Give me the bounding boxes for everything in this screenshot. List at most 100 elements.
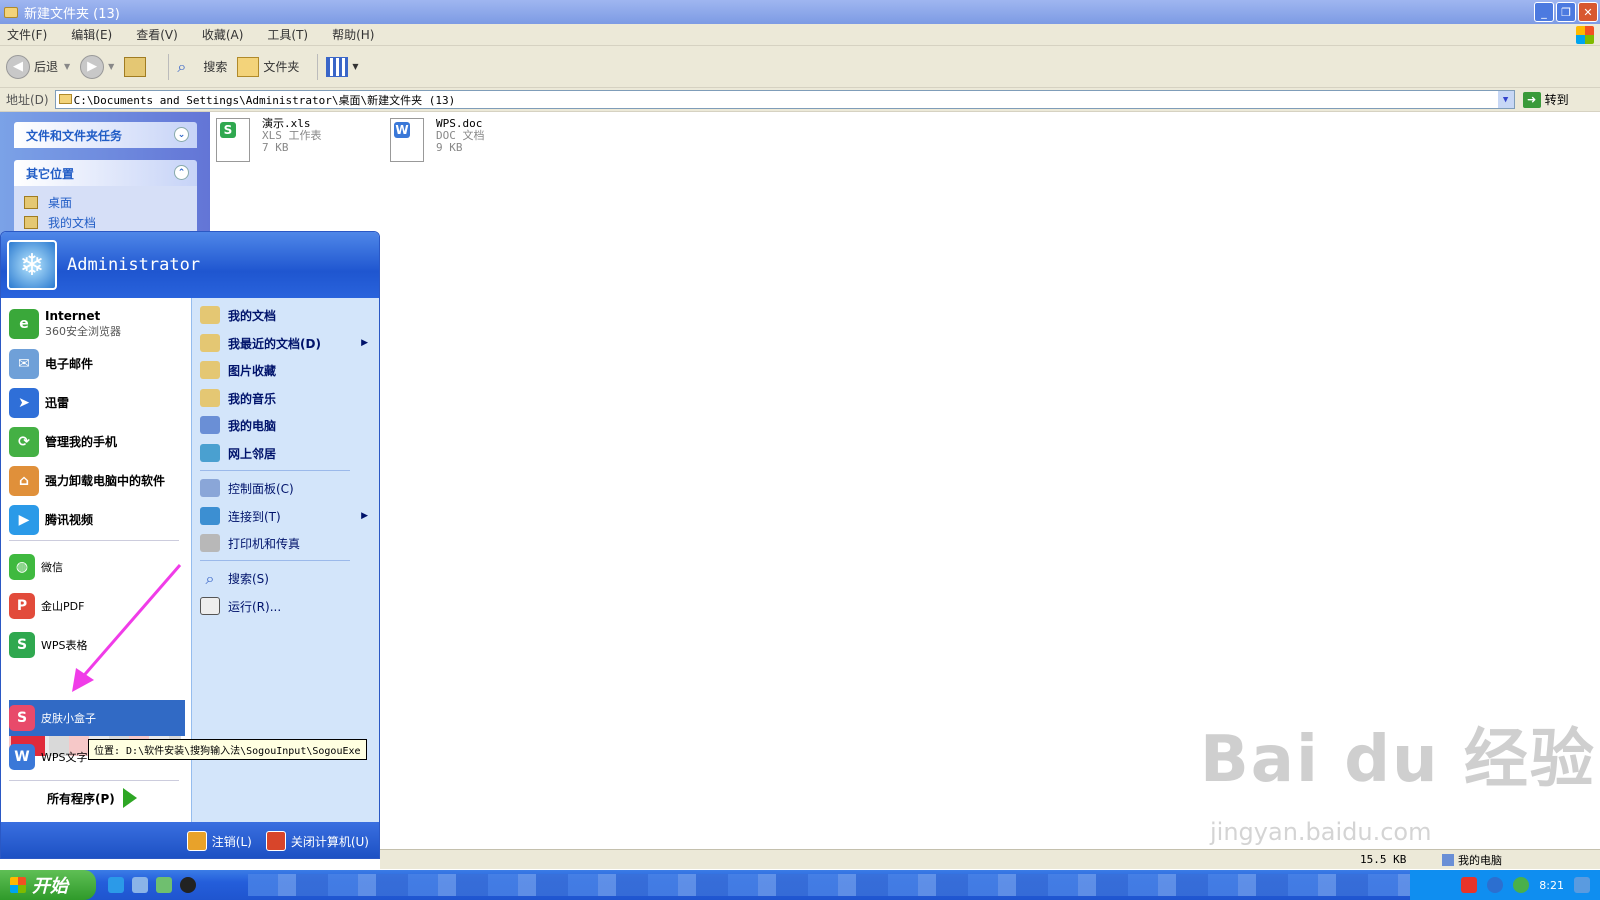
maximize-button[interactable]: ❐ [1556, 2, 1576, 22]
place-desktop[interactable]: 桌面 [24, 192, 187, 212]
folder-icon [200, 306, 220, 324]
close-button[interactable]: ✕ [1578, 2, 1598, 22]
place-my-computer[interactable]: 我的电脑 [200, 412, 376, 438]
file-item[interactable]: W WPS.doc DOC 文档 9 KB [390, 118, 564, 162]
place-label: 运行(R)... [228, 599, 282, 614]
search-button[interactable]: ⌕ 搜索 [177, 57, 227, 77]
menu-tools[interactable]: 工具(T) [264, 26, 311, 43]
go-label: 转到 [1544, 93, 1569, 107]
place-recent-documents[interactable]: 我最近的文档(D) ▶ [200, 330, 376, 356]
tasks-title: 文件和文件夹任务 [26, 128, 123, 143]
pixelated-taskbar-buttons[interactable] [248, 874, 1418, 896]
place-run[interactable]: 运行(R)... [200, 593, 376, 619]
place-label: 我的音乐 [228, 391, 277, 406]
shutdown-label: 关闭计算机(U) [290, 834, 369, 849]
phone-icon: ⟳ [9, 427, 39, 457]
program-xunlei[interactable]: ➤ 迅雷 [9, 385, 185, 421]
place-label: 连接到(T) [228, 509, 281, 524]
logoff-button[interactable]: 注销(L) [186, 831, 252, 851]
program-label: WPS文字 [41, 750, 88, 764]
program-sublabel: 360安全浏览器 [45, 324, 121, 338]
qq-penguin-icon[interactable] [180, 877, 196, 893]
program-email[interactable]: ✉ 电子邮件 [9, 346, 185, 382]
place-my-music[interactable]: 我的音乐 [200, 385, 376, 411]
menu-edit[interactable]: 编辑(E) [68, 26, 115, 43]
all-programs-label: 所有程序(P) [47, 791, 115, 806]
pdf-icon: P [9, 593, 35, 619]
printer-icon [200, 534, 220, 552]
place-my-documents[interactable]: 我的文档 [200, 302, 376, 328]
status-location: 我的电脑 [1442, 852, 1502, 868]
desktop-icon[interactable] [132, 877, 148, 893]
program-uninstaller[interactable]: ⌂ 强力卸载电脑中的软件 [9, 463, 185, 499]
desktop-icon [24, 195, 38, 209]
up-folder-button[interactable] [124, 56, 150, 77]
key-icon [186, 831, 207, 851]
watermark-brand: Bai du 经验 [1200, 723, 1596, 797]
program-phone-manager[interactable]: ⟳ 管理我的手机 [9, 424, 185, 460]
file-list: S 演示.xls XLS 工作表 7 KB W WPS.doc DOC 文档 9 KB [216, 118, 564, 162]
program-tencent-video[interactable]: ▶ 腾讯视频 [9, 502, 185, 538]
separator [9, 540, 179, 541]
place-label: 我的电脑 [228, 418, 277, 433]
menu-favorites[interactable]: 收藏(A) [199, 26, 247, 43]
browser-icon[interactable] [156, 877, 172, 893]
menu-view[interactable]: 查看(V) [133, 26, 181, 43]
chevron-down-icon[interactable]: ▼ [1497, 91, 1514, 108]
forward-button[interactable]: ▶ ▼ [80, 54, 114, 79]
views-button[interactable]: ▼ [326, 56, 359, 77]
address-bar: 地址(D) C:\Documents and Settings\Administ… [0, 88, 1600, 112]
start-menu-header: ❄ Administrator [1, 232, 379, 298]
forward-arrow-icon: ▶ [80, 54, 105, 79]
place-network[interactable]: 网上邻居 [200, 440, 376, 466]
clock[interactable]: 8:21 [1539, 879, 1564, 892]
all-programs-button[interactable]: 所有程序(P) [47, 788, 137, 808]
program-internet[interactable]: e Internet 360安全浏览器 [9, 304, 185, 344]
sogou-icon[interactable] [1461, 877, 1478, 893]
separator [168, 53, 170, 80]
network-status-icon[interactable] [1513, 877, 1530, 893]
folders-button[interactable]: 文件夹 [237, 56, 299, 77]
file-item[interactable]: S 演示.xls XLS 工作表 7 KB [216, 118, 390, 162]
start-button[interactable]: 开始 [0, 870, 96, 900]
chevron-up-icon[interactable]: ⌃ [174, 165, 189, 180]
program-label: Internet [45, 308, 101, 323]
places-header[interactable]: 其它位置 ⌃ [14, 160, 197, 186]
user-name: Administrator [67, 255, 201, 275]
place-printers[interactable]: 打印机和传真 [200, 530, 376, 556]
user-avatar[interactable]: ❄ [7, 240, 57, 290]
notification-icon[interactable] [1574, 877, 1590, 893]
tasks-header[interactable]: 文件和文件夹任务 ⌄ [14, 122, 197, 148]
menu-file[interactable]: 文件(F) [4, 26, 50, 43]
music-folder-icon [200, 389, 220, 407]
address-input[interactable]: C:\Documents and Settings\Administrator\… [54, 90, 1515, 109]
minimize-button[interactable]: _ [1534, 2, 1554, 22]
place-my-documents[interactable]: 我的文档 [24, 212, 187, 232]
folder-icon [4, 6, 18, 18]
place-label: 我的文档 [48, 215, 97, 230]
back-button[interactable]: ◀ 后退 ▼ [6, 54, 70, 79]
place-connect-to[interactable]: 连接到(T) ▶ [200, 503, 376, 529]
program-label: 迅雷 [45, 395, 70, 410]
status-location-label: 我的电脑 [1458, 853, 1502, 867]
chevron-left-icon[interactable] [1487, 877, 1504, 893]
shutdown-button[interactable]: 关闭计算机(U) [265, 831, 369, 851]
place-search[interactable]: ⌕ 搜索(S) [200, 565, 376, 591]
place-control-panel[interactable]: 控制面板(C) [200, 475, 376, 501]
control-panel-icon [200, 479, 220, 497]
document-icon: W [394, 122, 410, 138]
program-label: 电子邮件 [45, 356, 94, 371]
document-icon: W [9, 744, 35, 770]
search-label: 搜索 [203, 60, 228, 74]
watermark-url: jingyan.baidu.com [1210, 818, 1432, 846]
place-label: 搜索(S) [228, 571, 269, 586]
program-skin-box[interactable]: S 皮肤小盒子 [9, 700, 185, 736]
toolbar: ◀ 后退 ▼ ▶ ▼ ⌕ 搜索 文件夹 ▼ [0, 46, 1600, 88]
start-label: 开始 [32, 876, 68, 897]
ie-icon[interactable] [108, 877, 124, 893]
place-my-pictures[interactable]: 图片收藏 [200, 357, 376, 383]
chevron-down-icon[interactable]: ⌄ [174, 127, 189, 142]
pictures-folder-icon [200, 361, 220, 379]
go-button[interactable]: ➜ 转到 [1522, 91, 1569, 108]
menu-help[interactable]: 帮助(H) [329, 26, 377, 43]
